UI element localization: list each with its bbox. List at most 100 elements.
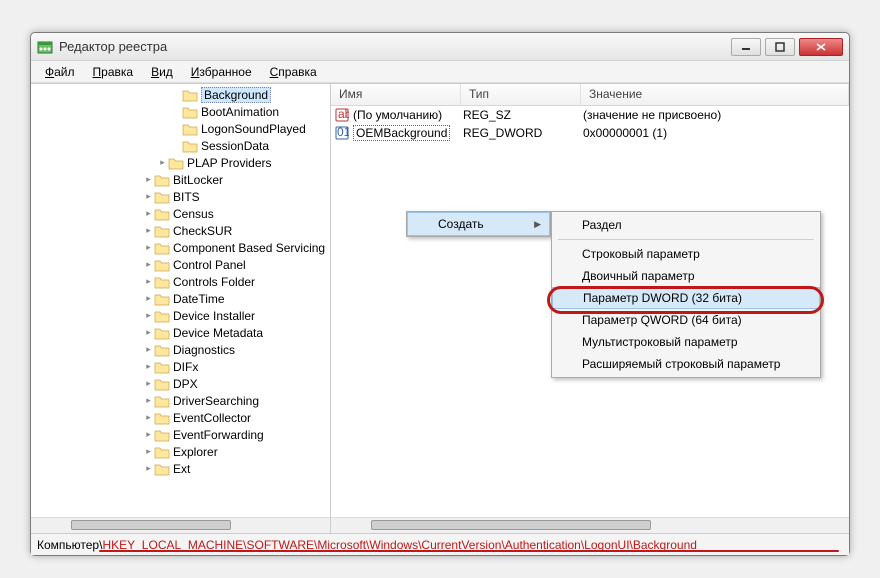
tree-item[interactable]: ▸Explorer xyxy=(31,443,330,460)
submenu-dword32[interactable]: Параметр DWORD (32 бита) xyxy=(552,287,820,309)
menu-view[interactable]: Вид xyxy=(143,63,181,81)
tree-item-label: LogonSoundPlayed xyxy=(201,122,306,136)
menu-file[interactable]: Файл xyxy=(37,63,83,81)
col-value[interactable]: Значение xyxy=(581,84,849,105)
value-type: REG_DWORD xyxy=(463,126,583,140)
dword-value-icon xyxy=(335,126,349,140)
folder-icon xyxy=(154,411,170,425)
expander-closed-icon[interactable]: ▸ xyxy=(143,430,154,439)
expander-closed-icon[interactable]: ▸ xyxy=(143,447,154,456)
folder-icon xyxy=(154,394,170,408)
tree-item[interactable]: LogonSoundPlayed xyxy=(31,120,330,137)
tree-item[interactable]: ▸Census xyxy=(31,205,330,222)
folder-icon xyxy=(154,462,170,476)
folder-icon xyxy=(182,139,198,153)
tree-item[interactable]: ▸ PLAP Providers xyxy=(31,154,330,171)
tree-item[interactable]: ▸ Controls Folder xyxy=(31,273,330,290)
submenu-arrow-icon: ▶ xyxy=(534,219,541,230)
menu-help[interactable]: Справка xyxy=(262,63,325,81)
folder-icon xyxy=(182,88,198,102)
expander-closed-icon[interactable]: ▸ xyxy=(143,243,154,252)
maximize-button[interactable] xyxy=(765,38,795,56)
titlebar[interactable]: Редактор реестра xyxy=(31,33,849,61)
value-type: REG_SZ xyxy=(463,108,583,122)
expander-closed-icon[interactable]: ▸ xyxy=(143,277,154,286)
expander-closed-icon[interactable]: ▸ xyxy=(143,226,154,235)
submenu-expandstring[interactable]: Расширяемый строковый параметр xyxy=(552,353,820,375)
expander-closed-icon[interactable]: ▸ xyxy=(143,396,154,405)
tree-item[interactable]: ▸DateTime xyxy=(31,290,330,307)
menu-separator xyxy=(558,239,814,240)
tree-item-label: Control Panel xyxy=(173,258,246,272)
expander-closed-icon[interactable]: ▸ xyxy=(143,192,154,201)
tree-item-label: EventCollector xyxy=(173,411,251,425)
menu-edit[interactable]: Правка xyxy=(85,63,142,81)
tree-item[interactable]: SessionData xyxy=(31,137,330,154)
tree-item[interactable]: ▸Component Based Servicing xyxy=(31,239,330,256)
value-name: OEMBackground xyxy=(353,125,450,141)
submenu-qword64[interactable]: Параметр QWORD (64 бита) xyxy=(552,309,820,331)
expander-closed-icon[interactable]: ▸ xyxy=(143,260,154,269)
menu-favorites[interactable]: Избранное xyxy=(183,63,260,81)
close-button[interactable] xyxy=(799,38,843,56)
tree-hscrollbar[interactable] xyxy=(31,517,330,533)
folder-icon xyxy=(154,360,170,374)
folder-icon xyxy=(154,309,170,323)
submenu-binary[interactable]: Двоичный параметр xyxy=(552,265,820,287)
expander-closed-icon[interactable]: ▸ xyxy=(143,345,154,354)
tree-item[interactable]: BootAnimation xyxy=(31,103,330,120)
col-type[interactable]: Тип xyxy=(461,84,581,105)
col-name[interactable]: Имя xyxy=(331,84,461,105)
submenu-string[interactable]: Строковый параметр xyxy=(552,243,820,265)
tree-item[interactable]: ▸Diagnostics xyxy=(31,341,330,358)
minimize-button[interactable] xyxy=(731,38,761,56)
tree-item-label: SessionData xyxy=(201,139,269,153)
submenu-multistring[interactable]: Мультистроковый параметр xyxy=(552,331,820,353)
value-row[interactable]: OEMBackgroundREG_DWORD0x00000001 (1) xyxy=(331,124,849,142)
string-value-icon xyxy=(335,108,349,122)
expander-closed-icon[interactable]: ▸ xyxy=(157,158,168,167)
context-item-create[interactable]: Создать▶ xyxy=(407,212,550,236)
tree-item[interactable]: ▸ DIFx xyxy=(31,358,330,375)
expander-closed-icon[interactable]: ▸ xyxy=(143,209,154,218)
folder-icon xyxy=(154,224,170,238)
tree-item[interactable]: ▸DPX xyxy=(31,375,330,392)
tree-item[interactable]: ▸BitLocker xyxy=(31,171,330,188)
tree-item-label: DIFx xyxy=(173,360,198,374)
tree-item[interactable]: ▸BITS xyxy=(31,188,330,205)
folder-icon xyxy=(154,258,170,272)
tree-item-label: Device Metadata xyxy=(173,326,263,340)
folder-icon xyxy=(154,275,170,289)
folder-icon xyxy=(154,445,170,459)
expander-closed-icon[interactable]: ▸ xyxy=(143,362,154,371)
expander-closed-icon[interactable]: ▸ xyxy=(143,413,154,422)
expander-closed-icon[interactable]: ▸ xyxy=(143,379,154,388)
tree-item-label: Controls Folder xyxy=(173,275,255,289)
tree-item-label: PLAP Providers xyxy=(187,156,272,170)
tree-item-label: Background xyxy=(201,87,271,103)
tree-item[interactable]: ▸EventForwarding xyxy=(31,426,330,443)
submenu-section[interactable]: Раздел xyxy=(552,214,820,236)
list-hscrollbar[interactable] xyxy=(331,517,849,533)
tree-item[interactable]: ▸CheckSUR xyxy=(31,222,330,239)
value-row[interactable]: (По умолчанию) REG_SZ(значение не присвое… xyxy=(331,106,849,124)
expander-closed-icon[interactable]: ▸ xyxy=(143,464,154,473)
folder-icon xyxy=(182,105,198,119)
expander-closed-icon[interactable]: ▸ xyxy=(143,175,154,184)
tree-item[interactable]: Background xyxy=(31,86,330,103)
expander-closed-icon[interactable]: ▸ xyxy=(143,294,154,303)
tree-item[interactable]: ▸ DriverSearching xyxy=(31,392,330,409)
tree-item[interactable]: ▸ Control Panel xyxy=(31,256,330,273)
tree-item[interactable]: ▸Device Installer xyxy=(31,307,330,324)
expander-closed-icon[interactable]: ▸ xyxy=(143,328,154,337)
tree-item[interactable]: ▸Ext xyxy=(31,460,330,477)
folder-icon xyxy=(154,241,170,255)
value-name: (По умолчанию) xyxy=(353,108,442,122)
tree-item-label: DriverSearching xyxy=(173,394,259,408)
app-icon xyxy=(37,39,53,55)
tree-item[interactable]: ▸ EventCollector xyxy=(31,409,330,426)
red-underline-annotation xyxy=(99,550,839,552)
tree-item[interactable]: ▸ Device Metadata xyxy=(31,324,330,341)
expander-closed-icon[interactable]: ▸ xyxy=(143,311,154,320)
value-data: (значение не присвоено) xyxy=(583,108,845,122)
